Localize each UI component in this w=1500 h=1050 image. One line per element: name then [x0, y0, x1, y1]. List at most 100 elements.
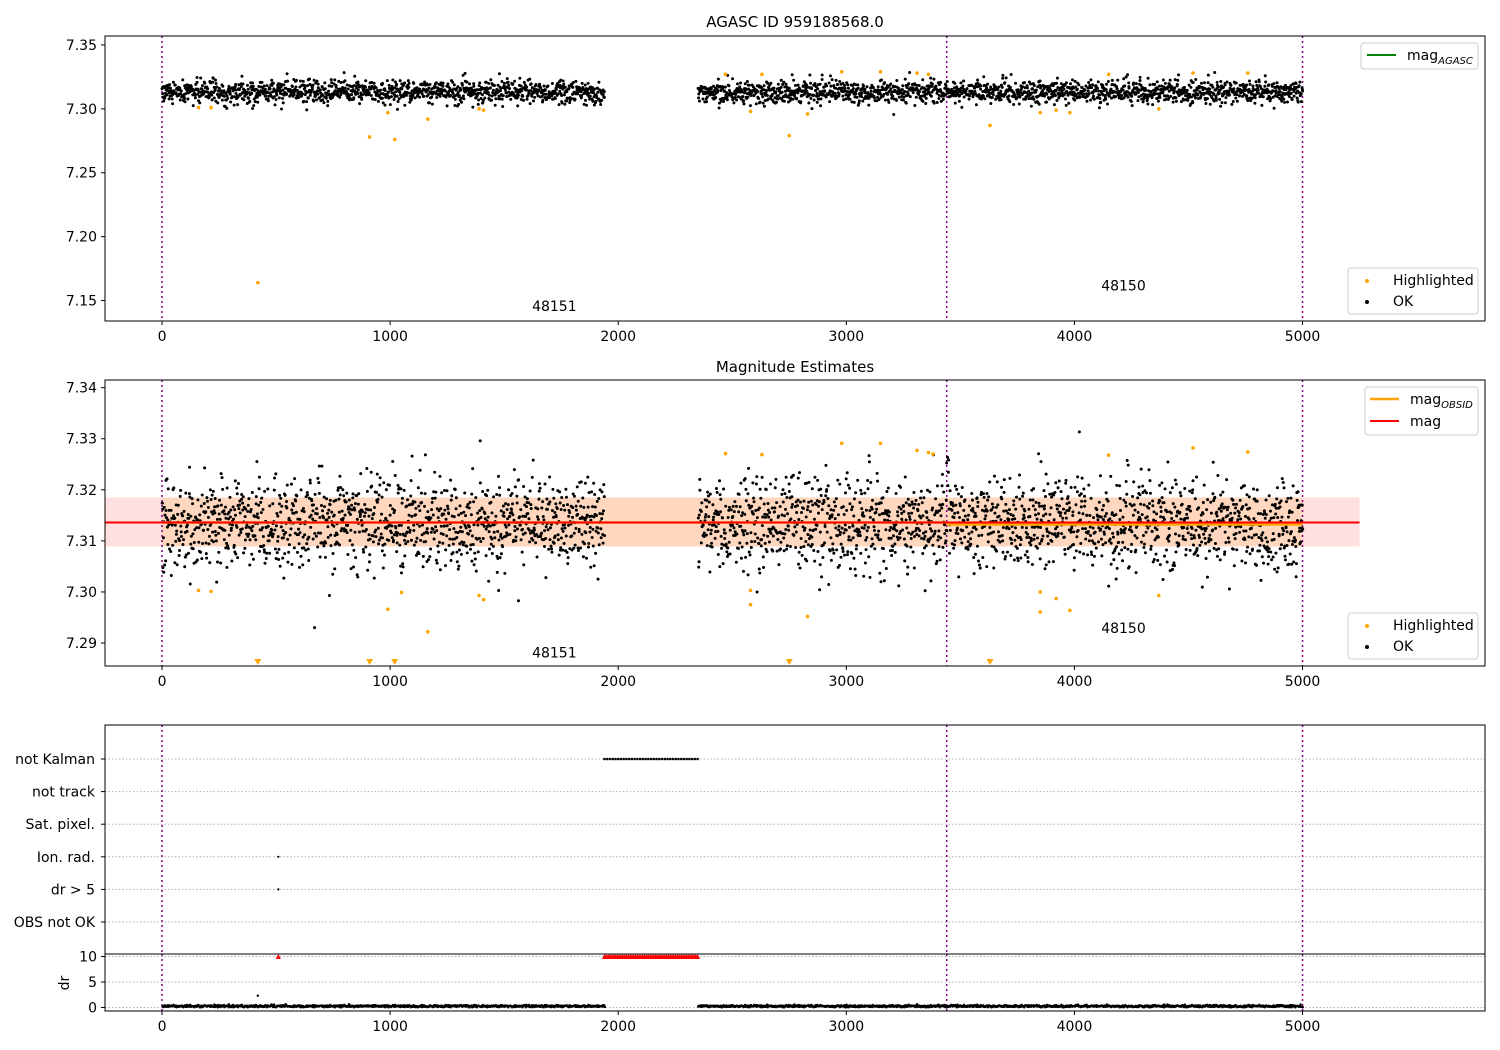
ok-point	[792, 533, 796, 537]
ok-point	[498, 486, 502, 490]
ok-point	[383, 88, 387, 92]
ok-point	[472, 82, 476, 86]
ok-point	[380, 495, 384, 499]
ok-point	[565, 550, 569, 554]
ok-point	[560, 527, 564, 531]
ok-point	[762, 88, 766, 92]
ok-point	[705, 95, 709, 99]
ok-point	[538, 486, 542, 490]
ok-point	[292, 546, 296, 550]
ok-point	[879, 501, 883, 505]
ok-point	[174, 532, 178, 536]
ok-point	[376, 99, 380, 103]
ok-point	[178, 549, 182, 553]
ok-point	[787, 86, 791, 90]
ok-point	[486, 488, 490, 492]
ok-point	[313, 531, 317, 535]
ok-point	[700, 501, 704, 505]
ok-point	[214, 82, 218, 86]
ok-point	[238, 511, 242, 515]
ok-point	[340, 509, 344, 513]
ok-point	[1075, 87, 1079, 91]
ok-point	[845, 508, 849, 512]
ok-point	[848, 97, 852, 101]
ok-point	[453, 488, 457, 492]
ok-point	[544, 536, 548, 540]
ok-point	[823, 89, 827, 93]
ok-point	[343, 86, 347, 90]
ok-point	[872, 525, 876, 529]
ok-point	[1234, 81, 1238, 85]
ok-point	[1260, 103, 1264, 107]
ok-point	[567, 514, 571, 518]
ok-point	[847, 525, 851, 529]
ok-point	[1253, 96, 1257, 100]
ok-point	[257, 487, 261, 491]
ok-point	[937, 97, 941, 101]
ok-point	[909, 545, 913, 549]
ok-point	[214, 78, 218, 82]
ok-point	[864, 508, 868, 512]
ok-point	[854, 547, 858, 551]
ok-point	[168, 86, 172, 90]
ok-point	[588, 526, 592, 530]
ok-point	[459, 511, 463, 515]
ok-point	[1294, 81, 1298, 85]
ok-point	[830, 513, 834, 517]
ok-point	[936, 538, 940, 542]
ok-point	[715, 490, 719, 494]
ok-point	[218, 498, 222, 502]
ok-point	[410, 454, 414, 458]
ok-point	[188, 582, 192, 586]
ok-point	[240, 74, 244, 78]
ok-point	[553, 96, 557, 100]
ok-point	[213, 496, 217, 500]
ok-point	[539, 86, 543, 90]
ok-point	[711, 503, 715, 507]
ok-point	[953, 81, 957, 85]
ok-point	[277, 558, 281, 562]
ok-point	[318, 515, 322, 519]
ok-point	[844, 97, 848, 101]
ok-point	[268, 87, 272, 91]
ok-point	[872, 529, 876, 533]
ok-point	[284, 530, 288, 534]
ok-point	[547, 547, 551, 551]
ok-point	[782, 536, 786, 540]
ok-point	[169, 549, 173, 553]
ok-point	[1130, 94, 1134, 98]
y-tick-label: 7.35	[66, 38, 97, 54]
ok-point	[830, 78, 834, 82]
ok-point	[398, 90, 402, 94]
ok-point	[812, 549, 816, 553]
ok-point	[253, 100, 257, 104]
ok-point	[460, 100, 464, 104]
ok-point	[237, 507, 241, 511]
ok-point	[828, 549, 832, 553]
ok-point	[225, 565, 229, 569]
ok-point	[1045, 92, 1049, 96]
ok-point	[183, 565, 187, 569]
ok-point	[235, 486, 239, 490]
ok-point	[554, 502, 558, 506]
ok-point	[1085, 99, 1089, 103]
ok-point	[749, 545, 753, 549]
ok-point	[780, 90, 784, 94]
ok-point	[217, 512, 221, 516]
ok-point	[697, 96, 701, 100]
ok-point	[1179, 100, 1183, 104]
ok-point	[303, 533, 307, 537]
ok-point	[716, 529, 720, 533]
ok-point	[987, 495, 991, 499]
ok-point	[449, 478, 453, 482]
ok-point	[827, 81, 831, 85]
ok-point	[198, 513, 202, 517]
ok-point	[529, 82, 533, 86]
ok-point	[487, 547, 491, 551]
ok-point	[867, 454, 871, 458]
ok-point	[376, 497, 380, 501]
ok-point	[820, 78, 824, 82]
ok-point	[205, 556, 209, 560]
ok-point	[457, 513, 461, 517]
ok-point	[1153, 82, 1157, 86]
